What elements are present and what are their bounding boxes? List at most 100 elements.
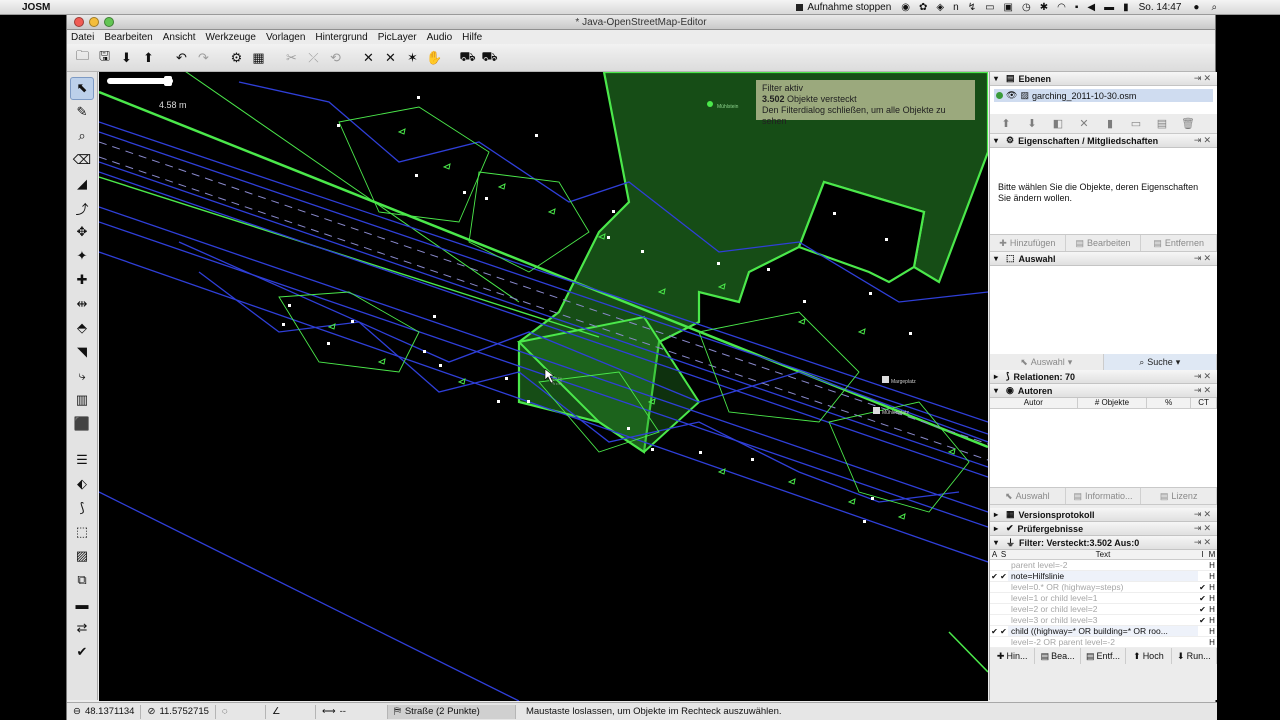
selection-panel-icon[interactable]: ⬚ [70,521,94,544]
filter-row[interactable]: level=-2 OR parent level=-2 H [990,637,1217,648]
filter-row[interactable]: level=3 or child level=3 ✔ H [990,615,1217,626]
poi-icon[interactable] [707,101,713,107]
filter-mode[interactable]: H [1207,561,1217,570]
menu-piclayer[interactable]: PicLayer [378,32,417,43]
add-filter-button[interactable]: ✚ Hin... [990,648,1036,664]
col-count[interactable]: # Objekte [1078,398,1148,408]
tool-a-icon[interactable]: ✕ [359,48,378,67]
authors-info-button[interactable]: ▤ Informatio... [1066,488,1142,504]
mirror-icon[interactable]: ▥ [70,389,94,412]
move-up-icon[interactable]: ⬆ [996,116,1016,132]
collapse-icon[interactable]: ▾ [994,74,1002,83]
activate-icon[interactable]: ◧ [1048,116,1068,132]
menu-werkzeuge[interactable]: Werkzeuge [206,32,256,43]
preferences-icon[interactable]: ⚙ [227,48,246,67]
battery-icon[interactable]: ▮ [1123,2,1129,13]
reverse-way-icon[interactable]: ⟲ [326,48,345,67]
panel-controls[interactable]: ⇥✕ [1194,385,1213,396]
filter-inverted-checkbox[interactable]: ✔ [1198,583,1207,592]
filter-active-checkbox[interactable]: ✔ [990,572,999,581]
app-menu[interactable]: JOSM [22,2,50,13]
bolt-icon[interactable]: ↯ [968,2,976,13]
filter-row[interactable]: ✔ ✔ child ((highway=* OR building=* OR r… [990,626,1217,637]
recording-indicator[interactable]: Aufnahme stoppen [796,2,891,13]
delete-tag-button[interactable]: ▤ Entfernen [1141,235,1218,251]
expand-icon[interactable]: ▸ [994,524,1002,533]
undo-icon[interactable]: ↶ [172,48,191,67]
filter-hide-checkbox[interactable]: ✔ [999,627,1008,636]
menu-audio[interactable]: Audio [427,32,453,43]
filter-mode[interactable]: H [1207,605,1217,614]
zoom-mode-icon[interactable]: ⌕ [70,125,94,148]
filter-mode[interactable]: H [1207,616,1217,625]
image-panel-icon[interactable]: ▨ [70,545,94,568]
col-a[interactable]: A [990,550,999,559]
authors-select-button[interactable]: ⬉ Auswahl [990,488,1066,504]
bus-panel-icon[interactable]: ▬ [70,593,94,616]
layer-item[interactable]: 👁 ▨ garching_2011-10-30.osm [994,89,1213,102]
visibility-toggle-icon[interactable]: ✕ [1074,116,1094,132]
delete-layer-icon[interactable]: 🗑 [1178,116,1198,132]
user-icon[interactable]: ● [1193,2,1199,13]
selection-list[interactable] [990,266,1217,354]
zoom-slider-handle[interactable] [164,76,172,86]
building-icon[interactable]: ⬛ [70,413,94,436]
layers-panel-header[interactable]: ▾ ▤ Ebenen ⇥✕ [990,72,1217,86]
panel-controls[interactable]: ⇥✕ [1194,537,1213,548]
duplicate-icon[interactable]: ▤ [1152,116,1172,132]
panel-controls[interactable]: ⇥✕ [1194,253,1213,264]
history-panel-icon[interactable]: ⧉ [70,569,94,592]
select-mode-icon[interactable]: ⬉ [70,76,94,100]
bus-stop-icon[interactable] [873,407,880,414]
battery-status-icon[interactable]: ▭ [985,2,994,13]
monitor-icon[interactable]: ▣ [1004,2,1013,13]
filter-row[interactable]: level=1 or child level=1 ✔ H [990,593,1217,604]
add-tag-button[interactable]: ✚ Hinzufügen [990,235,1066,251]
filter-row[interactable]: level=2 or child level=2 ✔ H [990,604,1217,615]
history-panel-header[interactable]: ▸ ▦ Versionsprotokoll ⇥✕ [990,508,1217,522]
expand-icon[interactable]: ▸ [994,510,1002,519]
panel-controls[interactable]: ⇥✕ [1194,135,1213,146]
search-button[interactable]: ⌕ Suche ▾ [1103,354,1217,370]
map-canvas[interactable]: Mühlstein Margeplatz Mühlenplatz [99,72,988,701]
panel-controls[interactable]: ⇥✕ [1194,523,1213,534]
move-down-filter-button[interactable]: ⬇ Run... [1172,648,1218,664]
menu-hintergrund[interactable]: Hintergrund [315,32,367,43]
move-icon[interactable]: ✥ [70,221,94,244]
rotate-icon[interactable]: ✦ [70,245,94,268]
menu-vorlagen[interactable]: Vorlagen [266,32,305,43]
col-ct[interactable]: CT [1191,398,1217,408]
panel-controls[interactable]: ⇥✕ [1194,509,1213,520]
filter-hide-checkbox[interactable]: ✔ [999,572,1008,581]
parallel-mode-icon[interactable]: ◢ [70,173,94,196]
validator-panel-icon[interactable]: ✔ [70,641,94,664]
relations-panel-header[interactable]: ▸ ⟆ Relationen: 70 ⇥✕ [990,370,1217,384]
extrude-icon[interactable]: ⤷ [70,365,94,388]
improve-way-icon[interactable]: ⤴ [70,197,94,220]
combine-way-icon[interactable]: ⤫ [304,48,323,67]
split-way-icon[interactable]: ✂ [282,48,301,67]
open-file-icon[interactable]: 🗀 [73,48,92,67]
filter-row[interactable]: parent level=-2 H [990,560,1217,571]
col-m[interactable]: M [1207,550,1217,559]
tool-c-icon[interactable]: ✶ [403,48,422,67]
align-icon[interactable]: ✚ [70,269,94,292]
edit-filter-button[interactable]: ▤ Bea... [1035,648,1081,664]
filter-mode[interactable]: H [1207,583,1217,592]
flag-icon[interactable]: ▬ [1104,2,1114,13]
expand-icon[interactable]: ▸ [994,372,1002,381]
conflict-panel-icon[interactable]: ⇄ [70,617,94,640]
authors-list[interactable] [990,409,1217,487]
col-percent[interactable]: % [1147,398,1192,408]
menu-hilfe[interactable]: Hilfe [462,32,482,43]
license-button[interactable]: ▤ Lizenz [1141,488,1218,504]
car-icon[interactable]: ⛟ [458,48,477,67]
merge-icon[interactable]: ▭ [1126,116,1146,132]
relation-panel-icon[interactable]: ⟆ [70,497,94,520]
filter-active-checkbox[interactable]: ✔ [990,627,999,636]
shield-icon[interactable]: ◈ [936,2,944,13]
filter-inverted-checkbox[interactable]: ✔ [1198,594,1207,603]
filter-inverted-checkbox[interactable]: ✔ [1198,605,1207,614]
green-way[interactable] [99,176,600,338]
selection-panel-header[interactable]: ▾ ⬚ Auswahl ⇥✕ [990,252,1217,266]
